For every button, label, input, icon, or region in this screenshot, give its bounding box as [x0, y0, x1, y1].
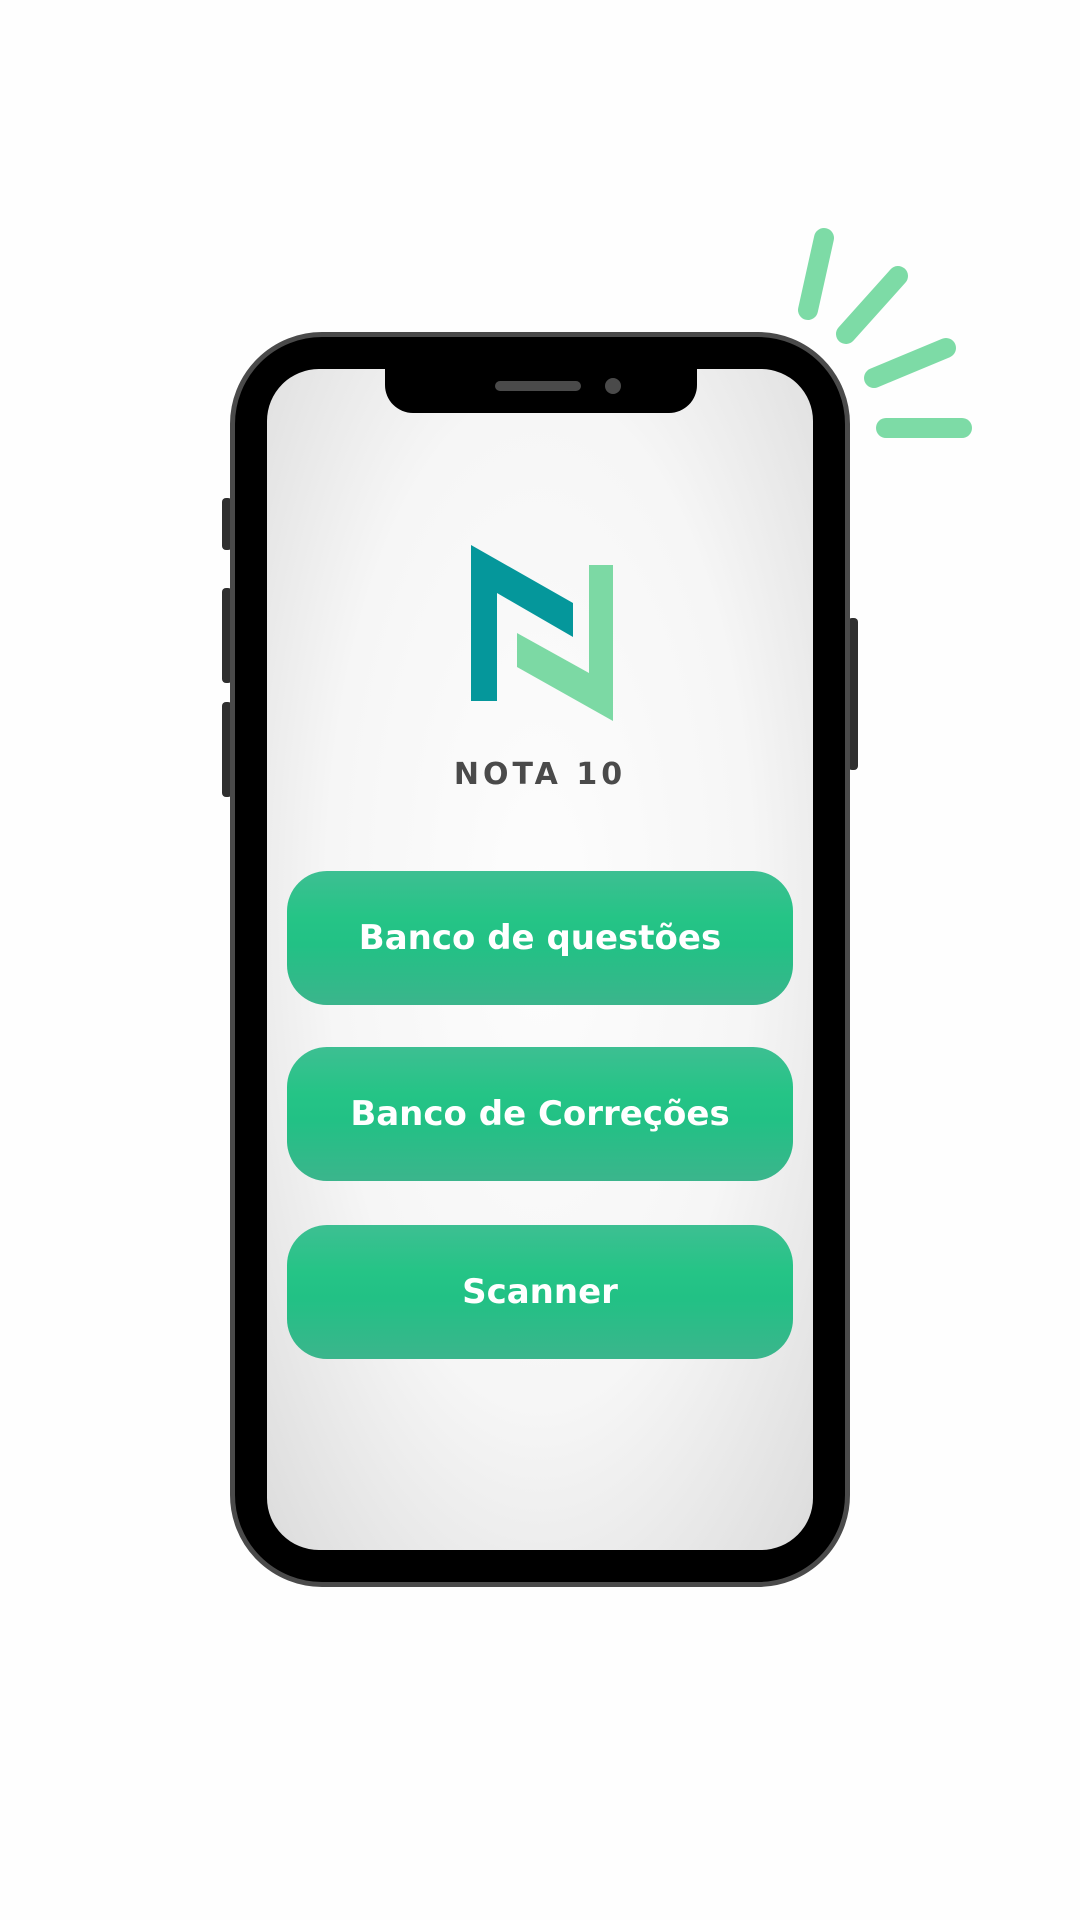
page: NOTA 10 Banco de questões Banco de Corre…: [0, 0, 1080, 1920]
phone-notch: [385, 369, 697, 413]
phone-frame: NOTA 10 Banco de questões Banco de Corre…: [230, 332, 850, 1587]
phone-screen: NOTA 10 Banco de questões Banco de Corre…: [267, 369, 813, 1550]
speaker-grille: [495, 381, 581, 391]
question-bank-button[interactable]: Banco de questões: [287, 871, 793, 1005]
corrections-bank-button[interactable]: Banco de Correções: [287, 1047, 793, 1181]
nota10-logo-icon: [471, 545, 613, 721]
brand-name: NOTA 10: [453, 757, 627, 792]
front-camera-icon: [605, 378, 621, 394]
scanner-button[interactable]: Scanner: [287, 1225, 793, 1359]
